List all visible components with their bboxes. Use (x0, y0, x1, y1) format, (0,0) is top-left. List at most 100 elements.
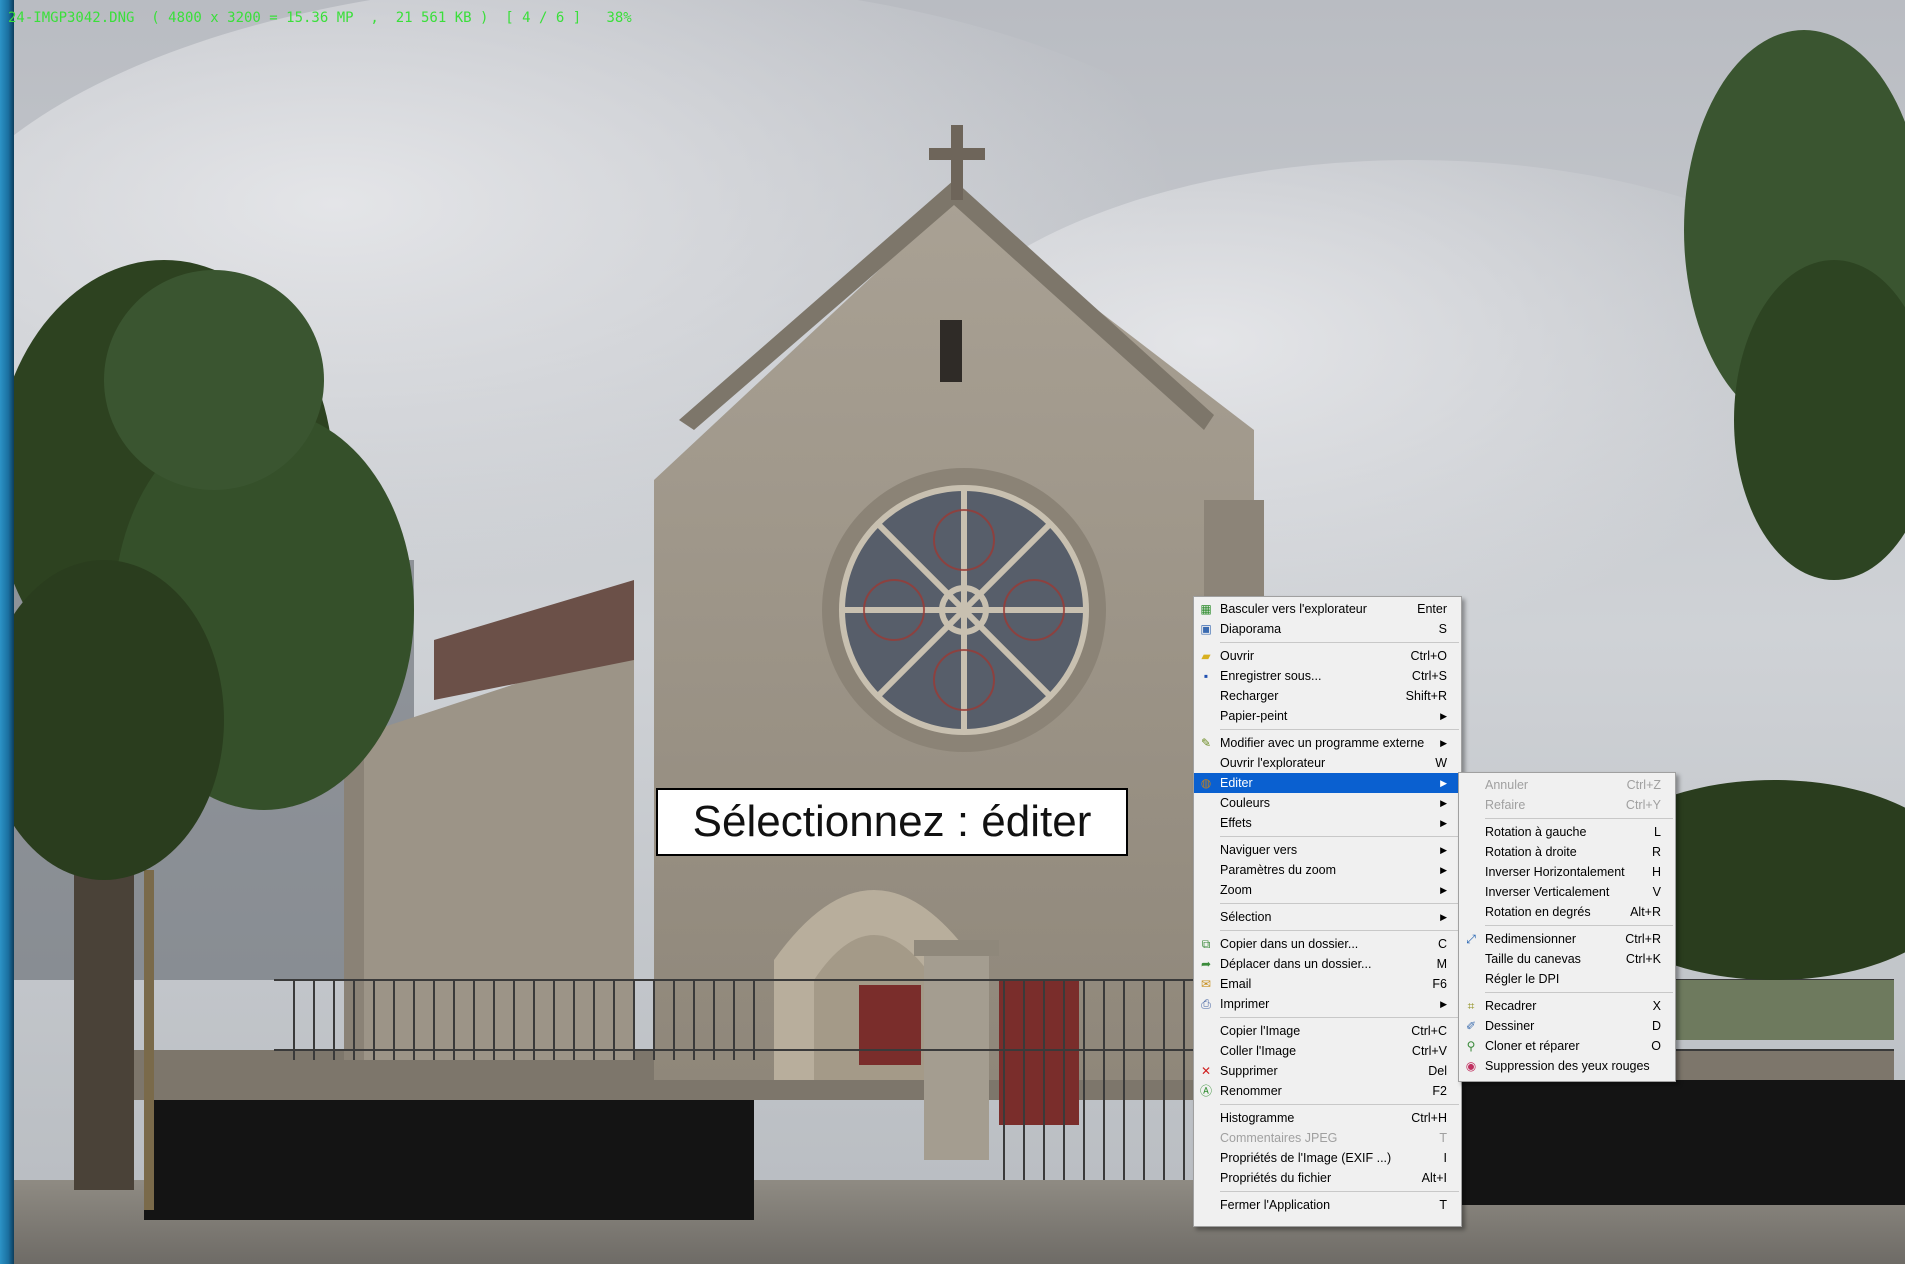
menu-item-modifier-avec-un-programme-externe[interactable]: ✎ Modifier avec un programme externe ▶ (1194, 733, 1461, 753)
menu-item-shortcut: Ctrl+Z (1626, 778, 1661, 792)
menu-item-label: Suppression des yeux rouges (1485, 1059, 1650, 1073)
submenu-arrow-icon: ▶ (1440, 778, 1447, 788)
menu-item-shortcut: Alt+I (1421, 1171, 1447, 1185)
clone-stamp-icon: ⚲ (1466, 1039, 1476, 1053)
slideshow-icon: ▣ (1200, 622, 1212, 636)
submenu-item-dessiner[interactable]: ✐ Dessiner D (1459, 1016, 1675, 1036)
menu-item-supprimer[interactable]: ✕ Supprimer Del (1194, 1061, 1461, 1081)
menu-separator (1485, 992, 1673, 993)
menu-item-proprietes-du-fichier[interactable]: Propriétés du fichier Alt+I (1194, 1168, 1461, 1188)
menu-item-label: Annuler (1485, 778, 1529, 792)
menu-item-basculer-vers-l-explorateur[interactable]: ▦ Basculer vers l'explorateur Enter (1194, 599, 1461, 619)
menu-item-shortcut: I (1443, 1151, 1447, 1165)
menu-item-shortcut: C (1437, 937, 1447, 951)
menu-separator (1485, 925, 1673, 926)
menu-item-couleurs[interactable]: Couleurs ▶ (1194, 793, 1461, 813)
menu-item-shortcut: X (1652, 999, 1661, 1013)
menu-item-label: Rotation à droite (1485, 845, 1577, 859)
menu-item-papier-peint[interactable]: Papier-peint ▶ (1194, 706, 1461, 726)
menu-item-shortcut: Ctrl+R (1625, 932, 1661, 946)
menu-item-copier-l-image[interactable]: Copier l'Image Ctrl+C (1194, 1021, 1461, 1041)
copy-to-folder-icon: ⧉ (1201, 937, 1211, 951)
menu-item-diaporama[interactable]: ▣ Diaporama S (1194, 619, 1461, 639)
submenu-item-inverser-horizontalement[interactable]: Inverser Horizontalement H (1459, 862, 1675, 882)
menu-item-enregistrer-sous[interactable]: ▪ Enregistrer sous... Ctrl+S (1194, 666, 1461, 686)
submenu-item-suppression-des-yeux-rouges[interactable]: ◉ Suppression des yeux rouges (1459, 1056, 1675, 1076)
menu-item-label: Renommer (1220, 1084, 1282, 1098)
menu-item-fermer-l-application[interactable]: Fermer l'Application T (1194, 1195, 1461, 1215)
submenu-item-rotation-a-droite[interactable]: Rotation à droite R (1459, 842, 1675, 862)
menu-item-shortcut: H (1651, 865, 1661, 879)
menu-item-shortcut: Ctrl+Y (1625, 798, 1661, 812)
menu-item-editer[interactable]: ◍ Editer ▶ (1194, 773, 1461, 793)
submenu-item-taille-du-canevas[interactable]: Taille du canevas Ctrl+K (1459, 949, 1675, 969)
submenu-item-refaire: Refaire Ctrl+Y (1459, 795, 1675, 815)
menu-item-label: Naviguer vers (1220, 843, 1298, 857)
menu-item-deplacer-dans-un-dossier[interactable]: ➦ Déplacer dans un dossier... M (1194, 954, 1461, 974)
context-menu[interactable]: ▦ Basculer vers l'explorateur Enter ▣ Diapor… (1193, 596, 1462, 1227)
edit-submenu[interactable]: Annuler Ctrl+Z Refaire Ctrl+Y Rotation à gau… (1458, 772, 1676, 1082)
submenu-item-rotation-en-degres[interactable]: Rotation en degrés Alt+R (1459, 902, 1675, 922)
submenu-item-rotation-a-gauche[interactable]: Rotation à gauche L (1459, 822, 1675, 842)
menu-item-label: Rotation à gauche (1485, 825, 1587, 839)
menu-item-label: Recadrer (1485, 999, 1537, 1013)
explorer-icon: ▦ (1200, 602, 1212, 616)
delete-x-icon: ✕ (1200, 1064, 1212, 1078)
menu-item-recharger[interactable]: Recharger Shift+R (1194, 686, 1461, 706)
menu-item-naviguer-vers[interactable]: Naviguer vers ▶ (1194, 840, 1461, 860)
menu-item-label: Sélection (1220, 910, 1272, 924)
menu-item-label: Supprimer (1220, 1064, 1278, 1078)
menu-item-ouvrir-l-explorateur[interactable]: Ouvrir l'explorateur W (1194, 753, 1461, 773)
submenu-item-annuler: Annuler Ctrl+Z (1459, 775, 1675, 795)
menu-item-email[interactable]: ✉ Email F6 (1194, 974, 1461, 994)
menu-item-label: Copier l'Image (1220, 1024, 1301, 1038)
submenu-item-recadrer[interactable]: ⌗ Recadrer X (1459, 996, 1675, 1016)
menu-separator (1220, 1191, 1459, 1192)
menu-item-label: Redimensionner (1485, 932, 1577, 946)
menu-item-imprimer[interactable]: ⎙ Imprimer ▶ (1194, 994, 1461, 1014)
menu-item-label: Papier-peint (1220, 709, 1288, 723)
submenu-item-cloner-et-reparer[interactable]: ⚲ Cloner et réparer O (1459, 1036, 1675, 1056)
submenu-item-inverser-verticalement[interactable]: Inverser Verticalement V (1459, 882, 1675, 902)
menu-item-shortcut: Ctrl+H (1411, 1111, 1447, 1125)
menu-item-label: Commentaires JPEG (1220, 1131, 1338, 1145)
menu-item-selection[interactable]: Sélection ▶ (1194, 907, 1461, 927)
menu-item-label: Cloner et réparer (1485, 1039, 1580, 1053)
open-folder-icon: ▰ (1201, 649, 1211, 663)
menu-item-zoom[interactable]: Zoom ▶ (1194, 880, 1461, 900)
menu-item-shortcut: Ctrl+S (1411, 669, 1447, 683)
menu-item-shortcut: W (1435, 756, 1447, 770)
menu-item-shortcut: F6 (1432, 977, 1447, 991)
submenu-item-regler-le-dpi[interactable]: Régler le DPI (1459, 969, 1675, 989)
menu-item-label: Dessiner (1485, 1019, 1535, 1033)
menu-item-coller-l-image[interactable]: Coller l'Image Ctrl+V (1194, 1041, 1461, 1061)
menu-item-label: Taille du canevas (1485, 952, 1581, 966)
image-info-overlay: 24-IMGP3042.DNG ( 4800 x 3200 = 15.36 MP… (8, 10, 632, 26)
menu-item-label: Recharger (1220, 689, 1279, 703)
menu-separator (1220, 1104, 1459, 1105)
menu-item-shortcut: S (1438, 622, 1447, 636)
menu-item-effets[interactable]: Effets ▶ (1194, 813, 1461, 833)
menu-item-shortcut: Enter (1417, 602, 1447, 616)
menu-item-shortcut: Shift+R (1405, 689, 1447, 703)
move-to-folder-icon: ➦ (1200, 957, 1212, 971)
menu-item-label: Propriétés du fichier (1220, 1171, 1332, 1185)
menu-item-shortcut: Del (1428, 1064, 1447, 1078)
rename-icon: Ⓐ (1199, 1084, 1212, 1098)
submenu-arrow-icon: ▶ (1440, 798, 1447, 808)
printer-icon: ⎙ (1201, 997, 1211, 1011)
menu-item-copier-dans-un-dossier[interactable]: ⧉ Copier dans un dossier... C (1194, 934, 1461, 954)
menu-item-proprietes-de-l-image-exif[interactable]: Propriétés de l'Image (EXIF ...) I (1194, 1148, 1461, 1168)
menu-item-ouvrir[interactable]: ▰ Ouvrir Ctrl+O (1194, 646, 1461, 666)
submenu-item-redimensionner[interactable]: ⤢ Redimensionner Ctrl+R (1459, 929, 1675, 949)
submenu-arrow-icon: ▶ (1440, 912, 1447, 922)
menu-item-histogramme[interactable]: Histogramme Ctrl+H (1194, 1108, 1461, 1128)
menu-item-renommer[interactable]: Ⓐ Renommer F2 (1194, 1081, 1461, 1101)
menu-item-label: Déplacer dans un dossier... (1220, 957, 1372, 971)
menu-item-label: Modifier avec un programme externe (1220, 736, 1425, 750)
submenu-arrow-icon: ▶ (1440, 865, 1447, 875)
menu-item-parametres-du-zoom[interactable]: Paramètres du zoom ▶ (1194, 860, 1461, 880)
draw-icon: ✐ (1465, 1019, 1477, 1033)
menu-item-label: Ouvrir (1220, 649, 1255, 663)
crop-icon: ⌗ (1467, 999, 1475, 1013)
